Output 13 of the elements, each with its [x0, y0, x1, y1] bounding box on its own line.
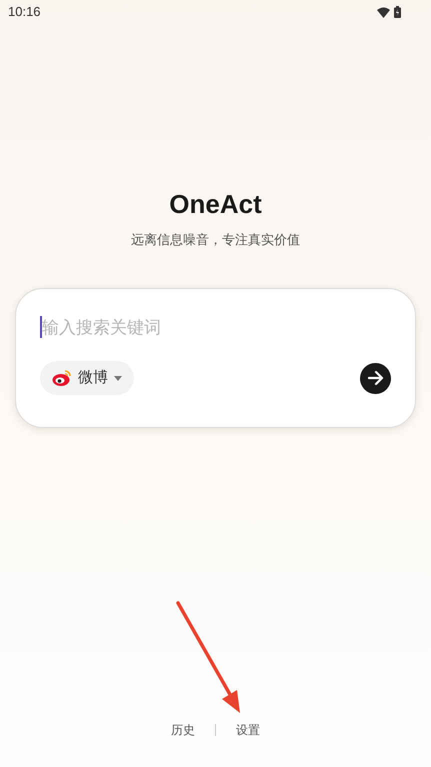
caret-icon	[114, 376, 122, 380]
app-tagline: 远离信息噪音，专注真实价值	[131, 231, 300, 249]
search-submit-button[interactable]	[360, 362, 391, 394]
footer-link[interactable]: 设置	[236, 721, 260, 739]
status-time: 10:16	[8, 3, 41, 22]
battery-icon	[394, 6, 401, 18]
source-dropdown[interactable]: 微博	[40, 361, 134, 395]
wifi-icon	[377, 6, 390, 18]
footer-link[interactable]: 历史	[171, 721, 195, 739]
search-field[interactable]: 输入搜索关键词	[42, 314, 391, 340]
app-title: OneAct	[169, 188, 262, 220]
arrow-right-icon	[368, 371, 384, 385]
eye-logo-icon	[52, 369, 72, 387]
